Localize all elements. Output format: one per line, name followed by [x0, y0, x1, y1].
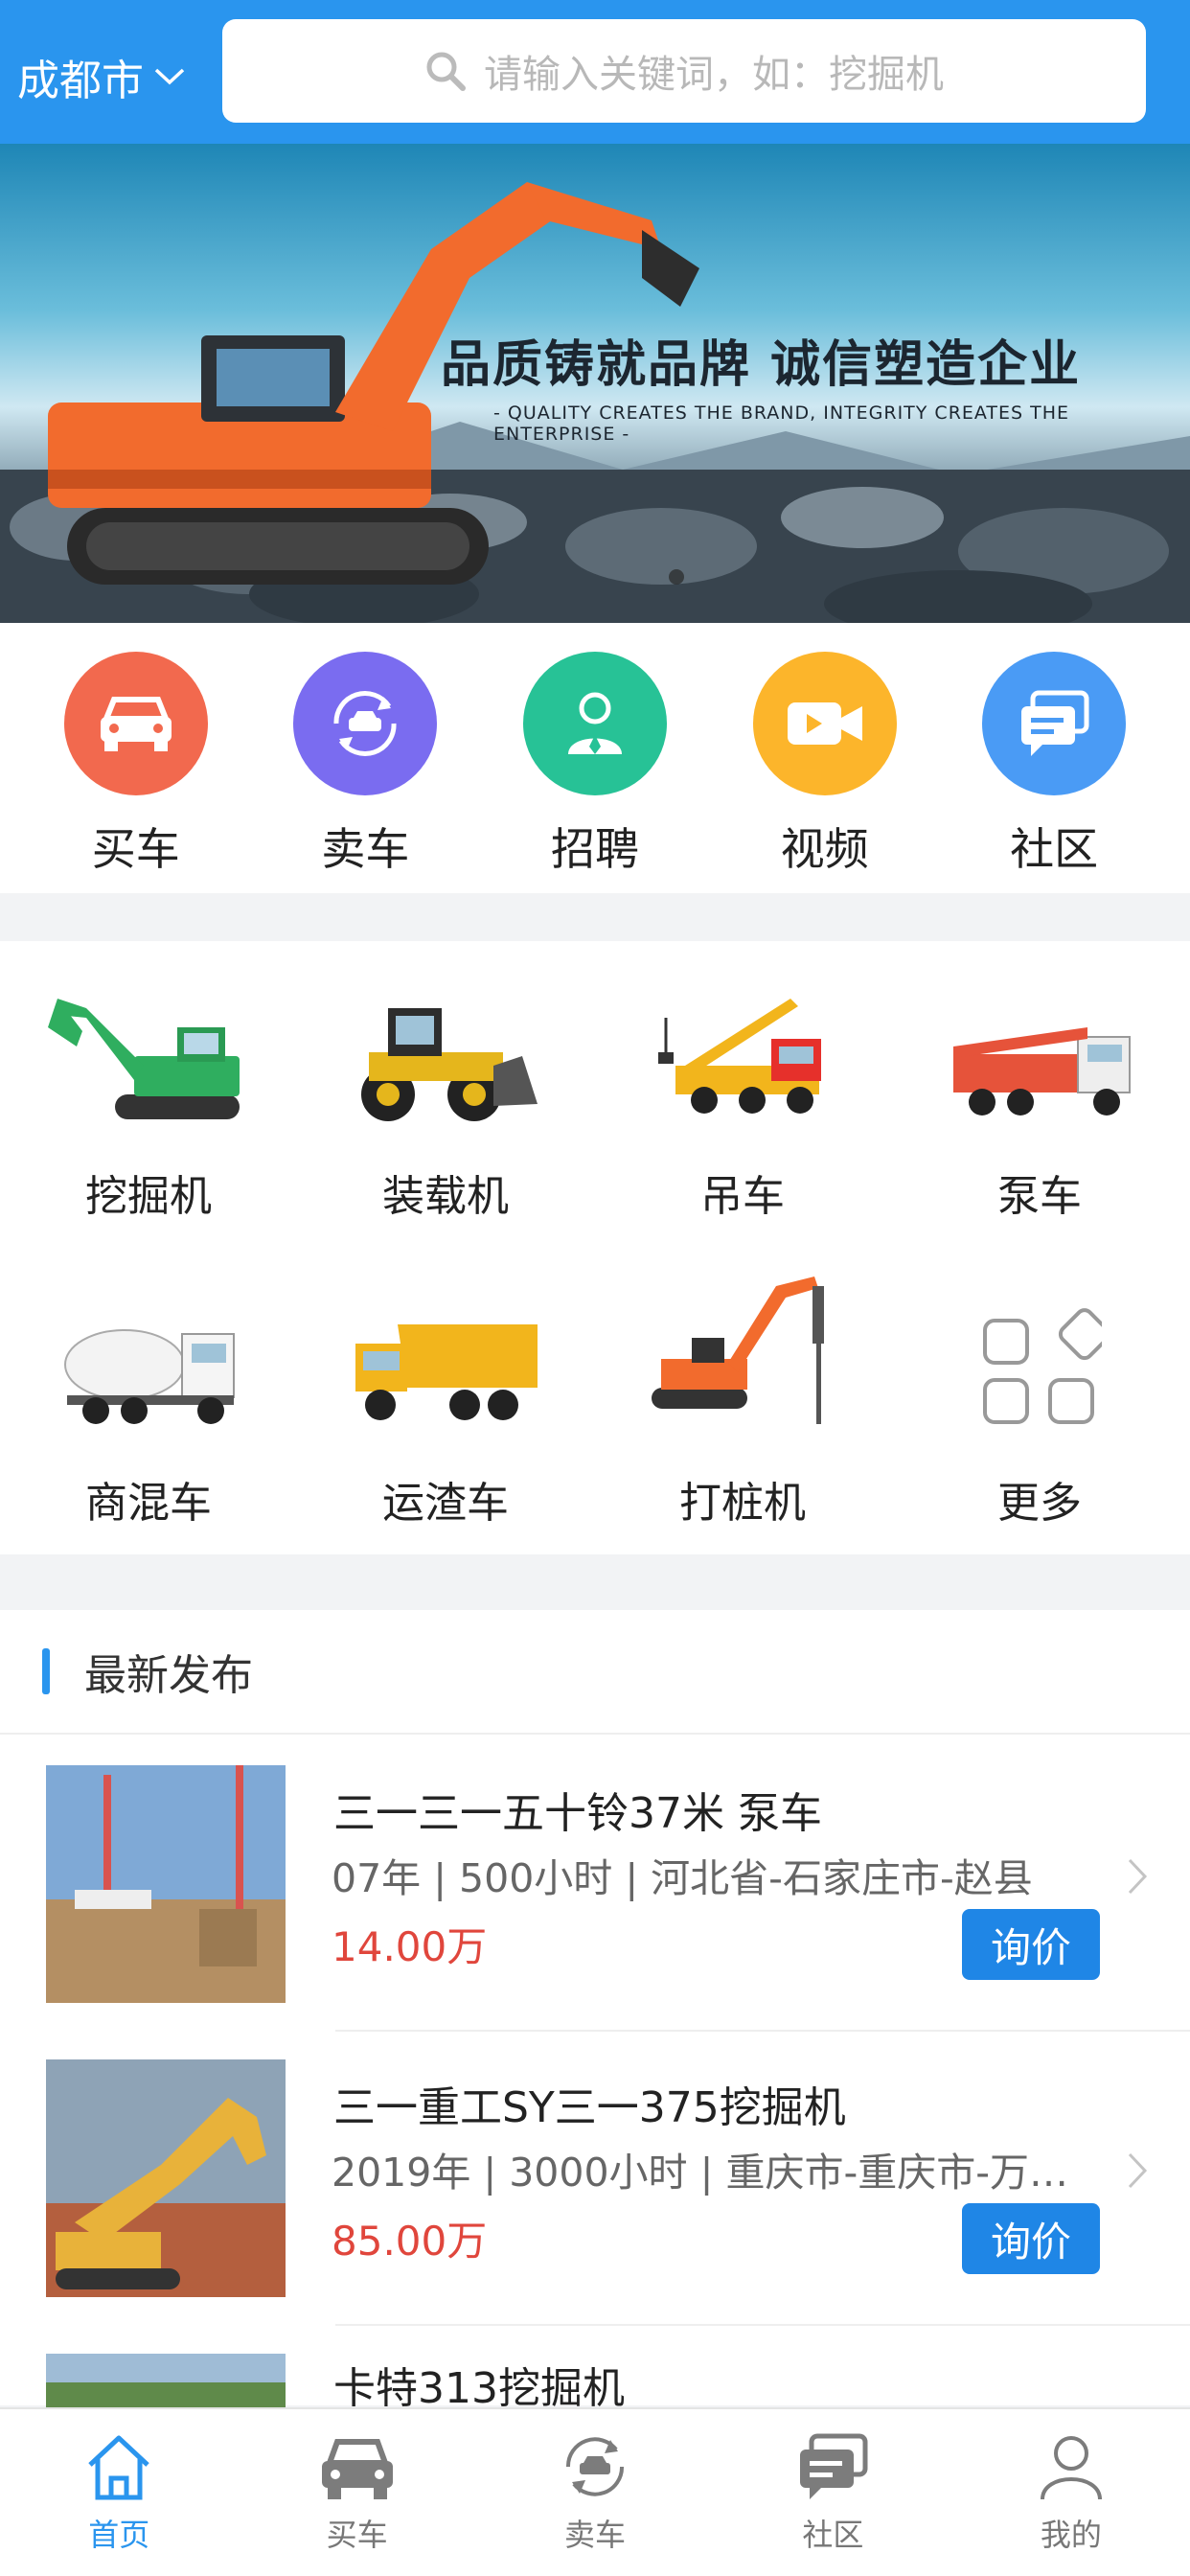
car-icon — [63, 652, 208, 795]
person-icon — [522, 652, 667, 795]
category-label: 泵车 — [997, 1172, 1082, 1221]
listing-price: 85.00万 — [332, 2218, 488, 2265]
category-label: 吊车 — [700, 1172, 785, 1221]
banner-subtitle: - QUALITY CREATES THE BRAND, INTEGRITY C… — [493, 402, 1070, 445]
mixer-truck-icon — [57, 1286, 240, 1430]
search-placeholder: 请输入关键词，如：挖掘机 — [484, 53, 944, 97]
tab-profile[interactable]: 我的 — [952, 2409, 1190, 2576]
inquire-button[interactable]: 询价 — [962, 1909, 1100, 1980]
category-label: 装载机 — [382, 1172, 509, 1221]
category-label: 打桩机 — [679, 1479, 806, 1528]
listing-price: 14.00万 — [332, 1923, 488, 1970]
category-label: 挖掘机 — [85, 1172, 212, 1221]
listing-thumbnail — [46, 2059, 286, 2297]
quick-nav-label: 社区 — [1010, 823, 1099, 875]
category-pile-driver[interactable]: 打桩机 — [594, 1276, 891, 1530]
divider — [335, 2030, 1190, 2032]
latest-section: 最新发布 三一三一五十铃37米 泵车 07年 | 500小时 | 河北省-石家庄… — [0, 1610, 1190, 2426]
promo-banner[interactable]: 品质铸就品牌 诚信塑造企业 - QUALITY CREATES THE BRAN… — [0, 144, 1190, 623]
banner-slogan: 品质铸就品牌 诚信塑造企业 — [441, 336, 1082, 394]
search-icon — [426, 52, 466, 91]
tab-label: 卖车 — [564, 2517, 627, 2553]
quick-nav-label: 卖车 — [321, 823, 410, 875]
tab-buy[interactable]: 买车 — [238, 2409, 475, 2576]
quick-nav-label: 招聘 — [550, 823, 639, 875]
quick-nav: 买车 卖车 招聘 视频 社区 — [0, 623, 1190, 893]
quick-nav-label: 视频 — [780, 823, 869, 875]
quick-nav-video[interactable]: 视频 — [739, 652, 911, 893]
tab-sell[interactable]: 卖车 — [476, 2409, 714, 2576]
listing-title: 卡特313挖掘机 — [333, 2364, 625, 2413]
pump-truck-icon — [944, 979, 1135, 1123]
chat-icon — [800, 2433, 868, 2499]
category-dump-truck[interactable]: 运渣车 — [297, 1286, 594, 1530]
category-label: 更多 — [997, 1479, 1082, 1528]
listing-item[interactable]: 三一重工SY三一375挖掘机 2019年 | 3000小时 | 重庆市-重庆市-… — [0, 2038, 1190, 2326]
listing-title: 三一三一五十铃37米 泵车 — [333, 1789, 822, 1838]
category-label: 商混车 — [85, 1479, 212, 1528]
loader-icon — [350, 979, 541, 1123]
category-excavator[interactable]: 挖掘机 — [0, 979, 297, 1223]
video-icon — [752, 652, 897, 795]
category-grid: 挖掘机 装载机 吊车 泵车 商混车 运渣车 打桩机 更多 — [0, 941, 1190, 1554]
more-grid-icon — [977, 1286, 1102, 1430]
inquire-button[interactable]: 询价 — [962, 2203, 1100, 2274]
category-crane[interactable]: 吊车 — [594, 979, 891, 1223]
latest-header: 最新发布 — [0, 1610, 1190, 1735]
divider — [335, 2324, 1190, 2326]
category-loader[interactable]: 装载机 — [297, 979, 594, 1223]
quick-nav-sell[interactable]: 卖车 — [279, 652, 451, 893]
search-input[interactable]: 请输入关键词，如：挖掘机 — [222, 19, 1146, 123]
listing-meta: 07年 | 500小时 | 河北省-石家庄市-赵县 — [332, 1855, 1033, 1901]
quick-nav-label: 买车 — [91, 823, 180, 875]
listing-meta: 2019年 | 3000小时 | 重庆市-重庆市-万… — [332, 2150, 1069, 2196]
tab-home[interactable]: 首页 — [0, 2409, 238, 2576]
category-label: 运渣车 — [382, 1479, 509, 1528]
car-exchange-icon — [293, 652, 438, 795]
listing-title: 三一重工SY三一375挖掘机 — [333, 2083, 846, 2132]
category-more[interactable]: 更多 — [891, 1286, 1188, 1530]
city-selector[interactable]: 成都市 — [17, 46, 186, 107]
chevron-down-icon — [154, 68, 185, 85]
tab-community[interactable]: 社区 — [714, 2409, 951, 2576]
quick-nav-jobs[interactable]: 招聘 — [509, 652, 681, 893]
crane-truck-icon — [647, 979, 838, 1123]
pile-driver-icon — [642, 1276, 843, 1430]
category-pump-truck[interactable]: 泵车 — [891, 979, 1188, 1223]
car-exchange-icon — [566, 2437, 625, 2496]
chevron-right-icon — [1128, 2152, 1148, 2189]
quick-nav-buy[interactable]: 买车 — [50, 652, 222, 893]
section-title: 最新发布 — [84, 1651, 253, 1700]
carousel-dot[interactable] — [669, 569, 684, 585]
tab-label: 买车 — [326, 2517, 388, 2553]
category-mixer[interactable]: 商混车 — [0, 1286, 297, 1530]
dump-truck-icon — [350, 1286, 541, 1430]
home-icon — [88, 2435, 149, 2500]
bottom-tab-bar: 首页 买车 卖车 社区 我的 — [0, 2407, 1190, 2576]
city-label: 成都市 — [17, 57, 144, 105]
tab-label: 社区 — [802, 2517, 864, 2553]
excavator-icon — [48, 979, 249, 1123]
quick-nav-community[interactable]: 社区 — [968, 652, 1140, 893]
profile-icon — [1040, 2436, 1102, 2500]
listing-item[interactable]: 三一三一五十铃37米 泵车 07年 | 500小时 | 河北省-石家庄市-赵县 … — [0, 1744, 1190, 2032]
section-accent-bar — [42, 1648, 50, 1694]
listing-thumbnail — [46, 1765, 286, 2003]
tab-label: 我的 — [1040, 2517, 1102, 2553]
car-icon — [321, 2439, 393, 2499]
top-header: 成都市 请输入关键词，如：挖掘机 — [0, 0, 1190, 144]
chevron-right-icon — [1128, 1858, 1148, 1895]
tab-label: 首页 — [88, 2517, 150, 2553]
chat-icon — [982, 652, 1127, 795]
